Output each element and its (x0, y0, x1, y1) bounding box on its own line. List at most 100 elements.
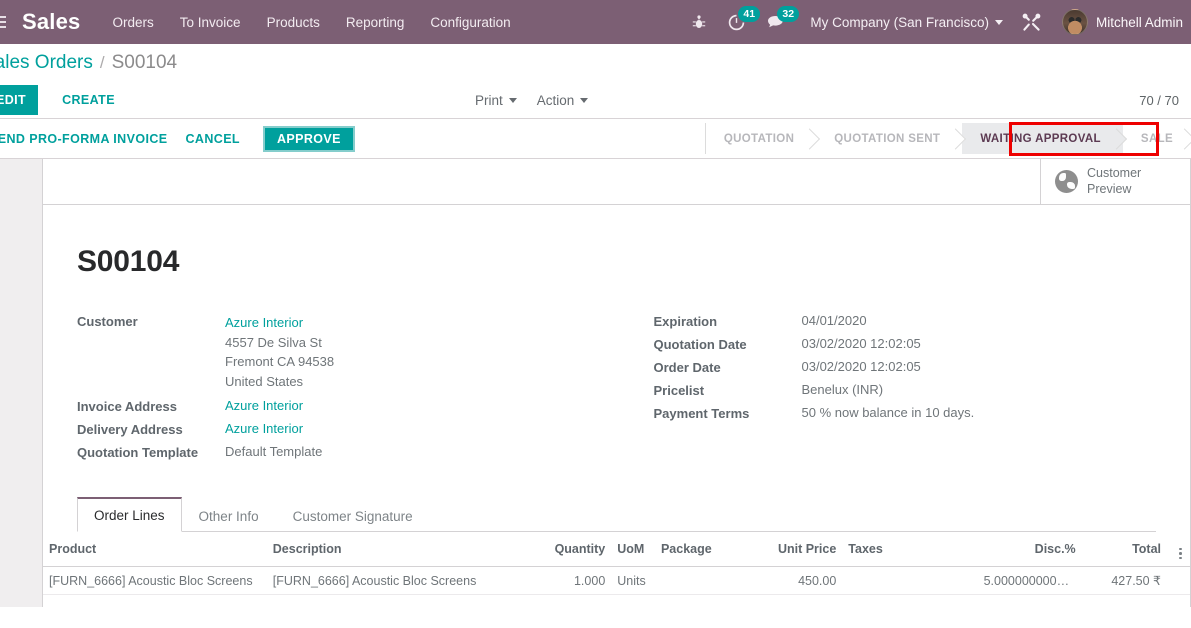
create-button[interactable]: CREATE (52, 93, 125, 107)
table-row-placeholder (43, 594, 1190, 607)
field-label-payment-terms: Payment Terms (653, 406, 750, 421)
tab-other-info[interactable]: Other Info (182, 499, 276, 532)
form-column-right: Expiration 04/01/2020 Quotation Date 03/… (617, 313, 1157, 467)
field-label-pricelist: Pricelist (653, 383, 705, 398)
nav-item-reporting[interactable]: Reporting (346, 15, 405, 30)
notebook: Order Lines Other Info Customer Signatur… (77, 497, 1156, 532)
customer-preview-button[interactable]: Customer Preview (1040, 159, 1190, 204)
cell-taxes[interactable] (842, 566, 978, 595)
cell-unit-price[interactable]: 450.00 (746, 566, 843, 595)
column-header-uom[interactable]: UoM (611, 532, 655, 567)
stage-waiting-approval[interactable]: WAITING APPROVAL (962, 123, 1123, 154)
apps-grid-icon[interactable] (0, 16, 12, 28)
send-pro-forma-invoice-button[interactable]: SEND PRO-FORMA INVOICE (0, 124, 176, 154)
control-panel-buttons: EDIT CREATE Print Action 70 / 70 (0, 82, 1191, 118)
column-header-product[interactable]: Product (43, 532, 267, 567)
status-pipeline: QUOTATION QUOTATION SENT WAITING APPROVA… (704, 123, 1191, 154)
chevron-down-icon (580, 97, 589, 103)
field-invoice-address: Invoice Address Azure Interior (77, 398, 617, 414)
cancel-button[interactable]: CANCEL (176, 124, 248, 154)
breadcrumb: Sales Orders / S00104 (0, 44, 1191, 82)
edit-button[interactable]: EDIT (0, 85, 39, 115)
column-header-taxes[interactable]: Taxes (842, 532, 978, 567)
app-brand-sales[interactable]: Sales (22, 9, 81, 35)
vertical-dots-icon (1179, 547, 1182, 559)
column-options-icon[interactable] (1167, 532, 1190, 567)
sheet-body: S00104 Customer Azure Interior 4557 De S… (43, 205, 1190, 532)
customer-preview-label: Customer Preview (1087, 166, 1141, 197)
column-header-description[interactable]: Description (266, 532, 533, 567)
clock-activity-icon[interactable]: 41 (717, 0, 761, 44)
customer-preview-line2: Preview (1087, 181, 1132, 196)
delivery-address-link[interactable]: Azure Interior (225, 421, 303, 437)
field-expiration: Expiration 04/01/2020 (654, 313, 1157, 329)
field-payment-terms: Payment Terms 50 % now balance in 10 day… (654, 405, 1157, 421)
stage-sale[interactable]: SALE (1122, 123, 1191, 154)
wrench-screwdriver-icon[interactable] (1011, 0, 1052, 44)
form-field-columns: Customer Azure Interior 4557 De Silva St… (77, 313, 1156, 467)
stat-button-box: Customer Preview (43, 159, 1190, 205)
top-navbar: Sales Orders To Invoice Products Reporti… (0, 0, 1191, 44)
form-sheet: Customer Preview S00104 Customer Azure I… (42, 159, 1191, 607)
cell-total[interactable]: 427.50 ₹ (1081, 566, 1168, 595)
table-row[interactable]: [FURN_6666] Acoustic Bloc Screens [FURN_… (43, 566, 1190, 595)
breadcrumb-parent-sales-orders[interactable]: Sales Orders (0, 52, 93, 74)
quotation-date-value: 03/02/2020 12:02:05 (801, 336, 921, 351)
field-customer: Customer Azure Interior 4557 De Silva St… (77, 313, 617, 391)
column-header-discount[interactable]: Disc.% (977, 532, 1082, 567)
column-header-unit-price[interactable]: Unit Price (746, 532, 843, 567)
company-name: My Company (San Francisco) (810, 14, 989, 30)
control-panel-dropdowns: Print Action (475, 93, 589, 108)
bug-icon[interactable] (681, 0, 717, 44)
order-lines-table: Product Description Quantity UoM Package… (43, 532, 1190, 607)
print-dropdown[interactable]: Print (475, 93, 517, 108)
field-label-customer: Customer (77, 314, 138, 329)
column-header-total[interactable]: Total (1081, 532, 1168, 567)
column-header-quantity[interactable]: Quantity (532, 532, 612, 567)
nav-item-configuration[interactable]: Configuration (430, 15, 510, 30)
invoice-address-link[interactable]: Azure Interior (225, 398, 303, 414)
cell-uom[interactable]: Units (611, 566, 655, 595)
expiration-value: 04/01/2020 (801, 313, 867, 328)
user-menu[interactable]: Mitchell Admin (1052, 9, 1191, 35)
column-header-package[interactable]: Package (654, 532, 747, 567)
breadcrumb-separator: / (99, 53, 105, 72)
tab-customer-signature[interactable]: Customer Signature (276, 499, 430, 532)
record-pager[interactable]: 70 / 70 (1139, 93, 1179, 108)
field-order-date: Order Date 03/02/2020 12:02:05 (654, 359, 1157, 375)
cell-row-options[interactable] (1167, 566, 1190, 595)
field-label-delivery-address: Delivery Address (77, 422, 183, 437)
cell-product[interactable]: [FURN_6666] Acoustic Bloc Screens (43, 566, 267, 595)
tab-order-lines[interactable]: Order Lines (77, 497, 182, 532)
field-label-invoice-address: Invoice Address (77, 399, 177, 414)
approve-button[interactable]: APPROVE (262, 125, 355, 152)
field-label-quotation-date: Quotation Date (653, 337, 747, 352)
cell-package[interactable] (654, 566, 747, 595)
action-label: Action (536, 92, 575, 108)
cell-discount[interactable]: 5.00000000000000266454 (977, 566, 1082, 595)
nav-item-to-invoice[interactable]: To Invoice (180, 15, 241, 30)
field-label-quotation-template: Quotation Template (77, 445, 199, 460)
order-date-value: 03/02/2020 12:02:05 (801, 359, 921, 374)
customer-address-country: United States (225, 373, 304, 389)
navbar-menus: Orders To Invoice Products Reporting Con… (113, 15, 511, 30)
nav-item-orders[interactable]: Orders (113, 15, 154, 30)
breadcrumb-current-record: S00104 (111, 52, 178, 73)
form-view-content: Customer Preview S00104 Customer Azure I… (0, 159, 1191, 607)
user-name-label: Mitchell Admin (1095, 14, 1183, 30)
company-switcher[interactable]: My Company (San Francisco) (796, 15, 1011, 30)
action-dropdown[interactable]: Action (537, 93, 589, 108)
navbar-systray: 41 32 My Company (San Francisco) Mitchel… (681, 0, 1191, 44)
stage-quotation[interactable]: QUOTATION (705, 123, 817, 154)
cell-description[interactable]: [FURN_6666] Acoustic Bloc Screens (266, 566, 533, 595)
nav-item-products[interactable]: Products (267, 15, 320, 30)
customer-link[interactable]: Azure Interior (225, 313, 334, 333)
chevron-down-icon (508, 97, 517, 103)
field-quotation-template: Quotation Template Default Template (77, 444, 617, 460)
chat-bubble-icon[interactable]: 32 (756, 0, 800, 44)
stage-quotation-sent[interactable]: QUOTATION SENT (816, 123, 963, 154)
cell-quantity[interactable]: 1.000 (532, 566, 612, 595)
field-pricelist: Pricelist Benelux (INR) (654, 382, 1157, 398)
customer-preview-line1: Customer (1087, 165, 1142, 180)
quotation-template-value: Default Template (225, 444, 323, 459)
